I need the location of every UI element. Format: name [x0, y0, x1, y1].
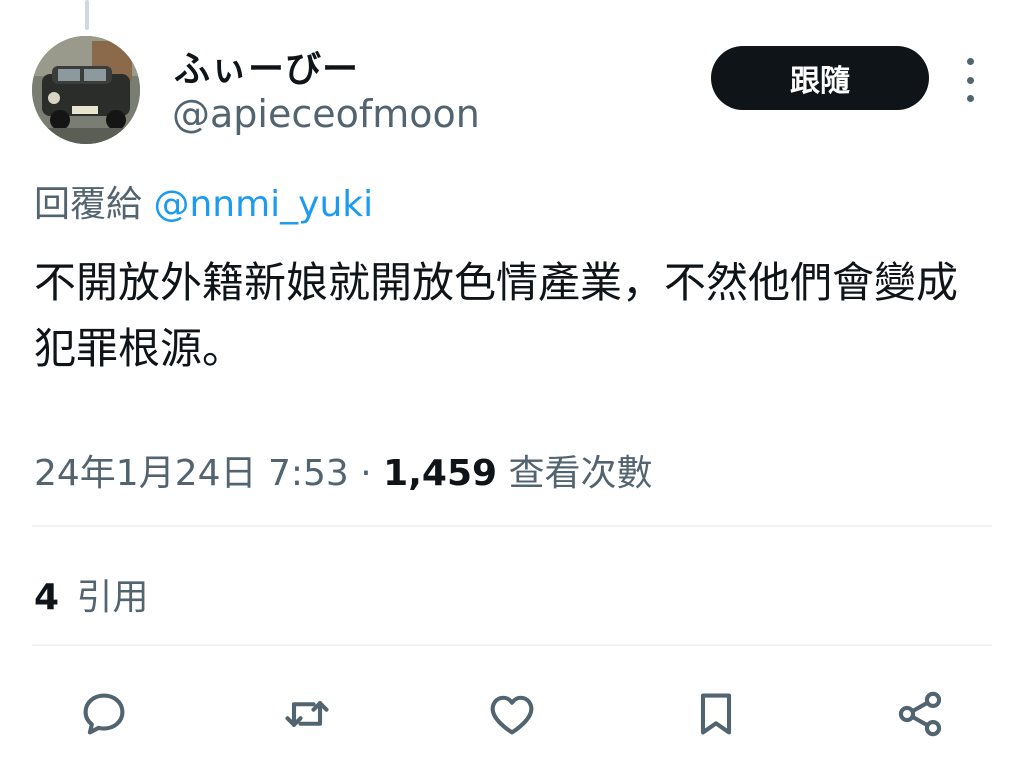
action-bar: [0, 684, 1024, 744]
like-button[interactable]: [482, 684, 542, 744]
retweet-icon: [285, 701, 329, 727]
more-options-icon[interactable]: [957, 58, 983, 102]
heart-icon: [490, 695, 534, 735]
avatar[interactable]: [32, 36, 140, 144]
retweet-button[interactable]: [277, 684, 337, 744]
reply-to-mention-link[interactable]: @nnmi_yuki: [153, 184, 373, 225]
views-label: 查看次數: [508, 453, 653, 494]
reply-button[interactable]: [74, 684, 134, 744]
author-handle[interactable]: @apieceofmoon: [172, 92, 480, 136]
quotes-label: 引用: [76, 577, 149, 618]
reply-icon: [83, 693, 125, 735]
reply-to-prefix: 回覆給: [34, 184, 143, 225]
thread-line: [85, 0, 89, 30]
reply-to-line: 回覆給 @nnmi_yuki: [34, 175, 373, 227]
share-icon: [898, 691, 942, 737]
divider: [32, 644, 992, 646]
share-button[interactable]: [890, 684, 950, 744]
tweet-text: 不開放外籍新娘就開放色情產業，不然他們會變成犯罪根源。: [34, 258, 959, 373]
author-display-name[interactable]: ふぃーびー: [174, 40, 359, 92]
quotes-stat[interactable]: 4 引用: [34, 568, 149, 620]
tweet-timestamp[interactable]: 24年1月24日 7:53: [34, 453, 349, 494]
avatar-image: [32, 36, 140, 144]
meta-separator: ·: [360, 453, 372, 494]
follow-button[interactable]: 跟隨: [711, 46, 929, 110]
views-count: 1,459: [383, 453, 498, 494]
tweet-meta: 24年1月24日 7:53 · 1,459 查看次數: [34, 444, 653, 496]
bookmark-icon: [700, 693, 732, 735]
quotes-count: 4: [34, 577, 60, 618]
bookmark-button[interactable]: [686, 684, 746, 744]
divider: [32, 525, 992, 527]
